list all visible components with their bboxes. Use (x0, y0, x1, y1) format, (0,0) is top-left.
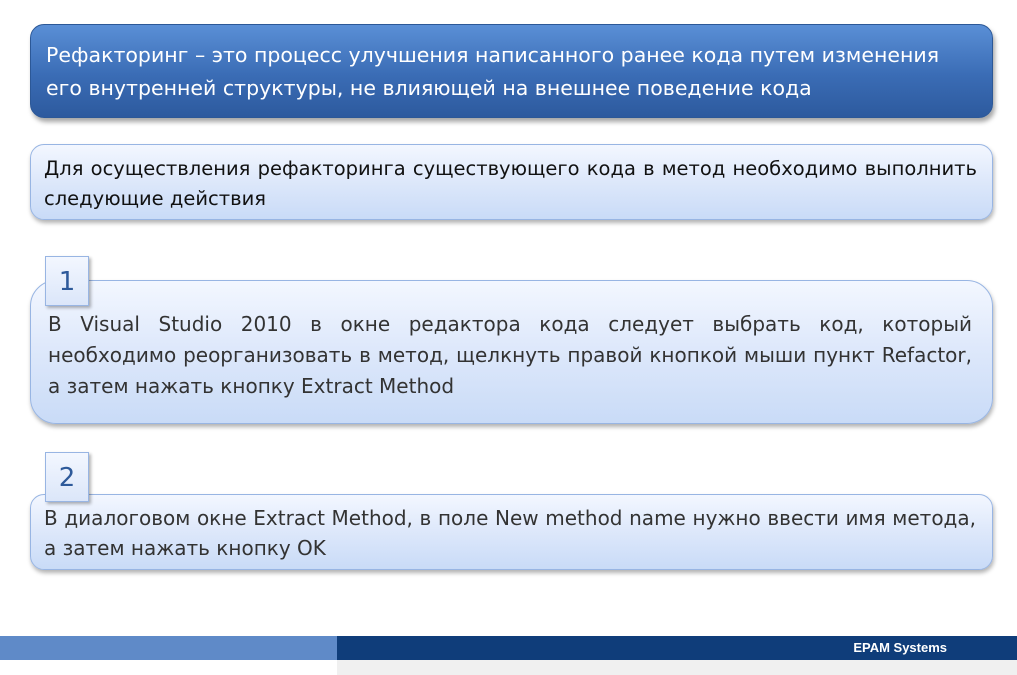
step-2-box: В диалоговом окне Extract Method, в поле… (30, 494, 993, 570)
footer-bar-dark: EPAM Systems (337, 636, 1017, 660)
step-1-text: В Visual Studio 2010 в окне редактора ко… (48, 312, 972, 398)
step-2-number-tag: 2 (45, 452, 89, 502)
step-1-box: В Visual Studio 2010 в окне редактора ко… (30, 280, 993, 424)
step-2-number: 2 (58, 463, 76, 493)
footer-strip (337, 660, 1017, 675)
intro-text: Для осуществления рефакторинга существую… (44, 157, 977, 210)
definition-text: Рефакторинг – это процесс улучшения напи… (46, 43, 940, 100)
step-1-number: 1 (58, 267, 76, 297)
step-2-text: В диалоговом окне Extract Method, в поле… (44, 506, 976, 560)
definition-banner: Рефакторинг – это процесс улучшения напи… (30, 24, 993, 118)
step-1-number-tag: 1 (45, 256, 89, 306)
footer-bar-light (0, 636, 337, 660)
intro-box: Для осуществления рефакторинга существую… (30, 144, 993, 220)
footer-brand: EPAM Systems (853, 640, 947, 655)
